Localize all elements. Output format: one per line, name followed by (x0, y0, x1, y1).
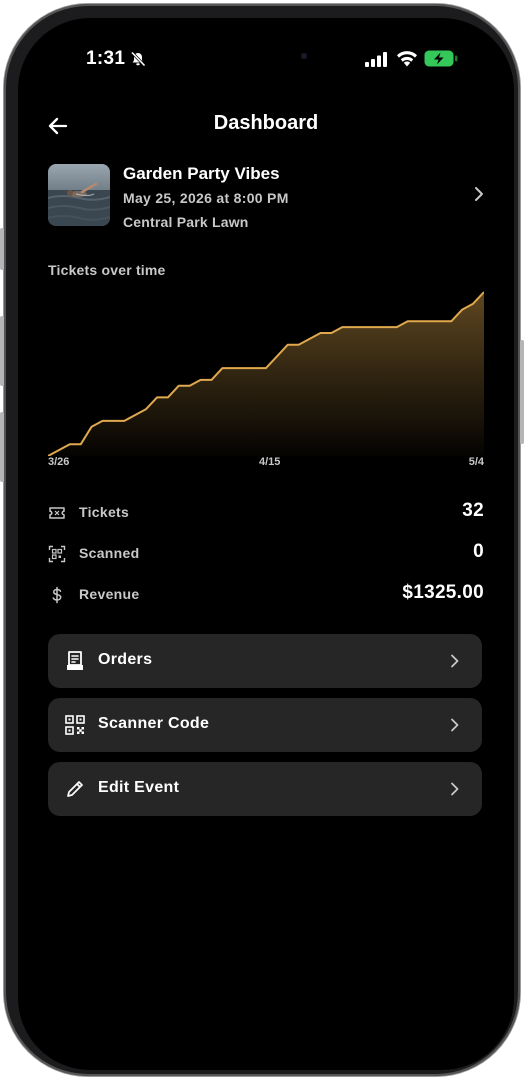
stat-label: Scanned (79, 545, 140, 561)
wifi-icon (397, 51, 417, 67)
stat-value: 32 (462, 500, 484, 521)
volume-up-button (0, 316, 4, 386)
ticket-icon (49, 507, 65, 519)
stat-tickets: Tickets 32 (48, 500, 484, 526)
battery-charging-icon (424, 50, 458, 67)
volume-down-button (0, 412, 4, 482)
stat-label: Tickets (79, 504, 130, 520)
event-location: Central Park Lawn (123, 214, 249, 230)
status-bar: 1:31 (18, 38, 514, 76)
power-button (520, 340, 524, 444)
qr-code-icon (65, 715, 85, 735)
screen: 1:31 Dashboard Garden Party Vibes May 25… (18, 18, 514, 1070)
scan-icon (48, 545, 66, 563)
pencil-icon (67, 781, 83, 797)
bell-slash-icon (130, 51, 146, 67)
stat-label: Revenue (79, 586, 140, 602)
chevron-right-icon (475, 187, 483, 201)
event-title: Garden Party Vibes (123, 164, 280, 183)
chevron-right-icon (451, 718, 459, 732)
dynamic-island (207, 38, 329, 74)
stat-value: $1325.00 (402, 582, 484, 603)
orders-label: Orders (98, 651, 153, 668)
receipt-icon (67, 651, 83, 670)
stat-scanned: Scanned 0 (48, 541, 484, 567)
stat-revenue: Revenue $1325.00 (48, 582, 484, 608)
phone-frame: 1:31 Dashboard Garden Party Vibes May 25… (4, 4, 520, 1076)
scanner-code-label: Scanner Code (98, 715, 210, 732)
signal-icon (365, 52, 387, 67)
event-date: May 25, 2026 at 8:00 PM (123, 190, 289, 206)
x-tick-label: 3/26 (48, 456, 70, 468)
chart-area-fill (48, 292, 484, 456)
event-summary[interactable]: Garden Party Vibes May 25, 2026 at 8:00 … (48, 164, 486, 230)
chart-title: Tickets over time (48, 262, 166, 278)
chevron-right-icon (451, 782, 459, 796)
scanner-code-button[interactable]: Scanner Code (48, 698, 482, 752)
x-tick-label: 4/15 (259, 456, 281, 468)
orders-button[interactable]: Orders (48, 634, 482, 688)
nav-bar: Dashboard (18, 110, 514, 142)
chevron-right-icon (451, 654, 459, 668)
page-title: Dashboard (213, 112, 319, 134)
x-tick-label: 5/4 (468, 456, 484, 468)
event-thumbnail (48, 164, 110, 226)
dollar-icon (52, 586, 62, 604)
edit-event-label: Edit Event (98, 779, 180, 796)
tickets-chart (48, 291, 484, 456)
edit-event-button[interactable]: Edit Event (48, 762, 482, 816)
stat-value: 0 (473, 541, 484, 562)
action-button (0, 228, 4, 270)
status-time: 1:31 (86, 48, 126, 69)
